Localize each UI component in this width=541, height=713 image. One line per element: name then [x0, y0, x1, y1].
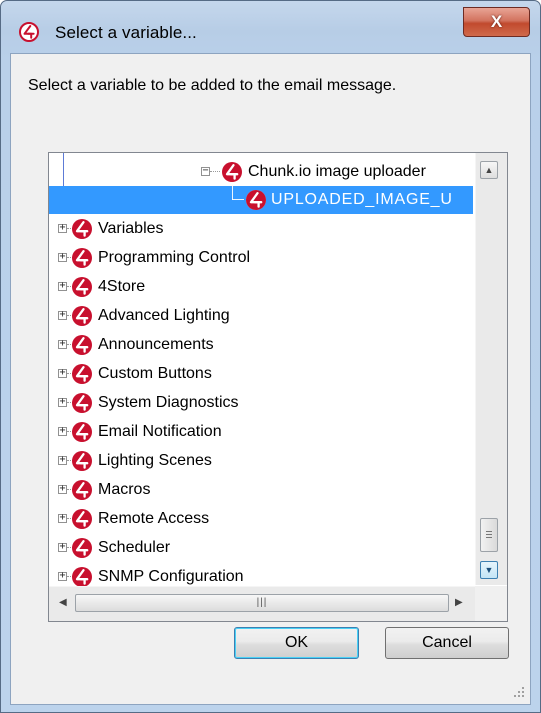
tree-item-label: Scheduler [98, 539, 171, 556]
control4-logo-icon [71, 392, 93, 414]
expand-icon[interactable]: + [58, 397, 67, 407]
tree-item-label: Variables [98, 220, 164, 237]
control4-logo-icon [221, 161, 243, 183]
expand-icon[interactable]: + [58, 252, 67, 262]
tree-item-label: System Diagnostics [98, 394, 239, 411]
tree-item-chunk-io[interactable]: − Chunk.io image uploader [49, 158, 473, 186]
scrollbar-corner [475, 586, 507, 621]
control4-logo-icon [71, 247, 93, 269]
tree-item-advanced-lighting[interactable]: + Advanced Lighting [49, 302, 473, 330]
tree-item-label: Announcements [98, 336, 214, 353]
ok-button[interactable]: OK [234, 627, 359, 659]
control4-logo-icon [71, 276, 93, 298]
control4-logo-icon [71, 363, 93, 385]
expand-icon[interactable]: + [58, 542, 67, 552]
tree-item-system-diagnostics[interactable]: + System Diagnostics [49, 389, 473, 417]
expand-icon[interactable]: + [58, 339, 67, 349]
tree-item-programming-control[interactable]: + Programming Control [49, 244, 473, 272]
expand-icon[interactable]: + [58, 223, 67, 233]
tree-item-label: Custom Buttons [98, 365, 212, 382]
tree-item-selected[interactable]: UPLOADED_IMAGE_U [49, 186, 473, 214]
vertical-scroll-thumb[interactable] [480, 518, 498, 552]
control4-logo-icon [71, 218, 93, 240]
scroll-right-arrow-icon[interactable]: ▶ [455, 597, 463, 608]
tree-item-variables[interactable]: + Variables [49, 215, 473, 243]
expand-icon[interactable]: + [58, 484, 67, 494]
close-button[interactable]: X [463, 7, 530, 37]
expand-icon[interactable]: + [58, 513, 67, 523]
dialog-title: Select a variable... [55, 23, 197, 42]
scroll-left-arrow-icon[interactable]: ◀ [59, 597, 67, 608]
control4-logo-icon [19, 22, 39, 42]
tree-item-4store[interactable]: + 4Store [49, 273, 473, 301]
expand-icon[interactable]: + [58, 571, 67, 581]
cancel-button[interactable]: Cancel [385, 627, 509, 659]
tree-item-announcements[interactable]: + Announcements [49, 331, 473, 359]
instruction-text: Select a variable to be added to the ema… [28, 77, 397, 94]
collapse-icon[interactable]: − [201, 166, 210, 176]
tree-item-label: Advanced Lighting [98, 307, 230, 324]
tree-item-label: 4Store [98, 278, 146, 295]
tree-item-lighting-scenes[interactable]: + Lighting Scenes [49, 447, 473, 475]
control4-logo-icon [71, 508, 93, 530]
scroll-up-arrow-icon[interactable]: ▲ [480, 161, 498, 179]
variable-tree[interactable]: − Chunk.io image uploader UPLOADED_IMAGE… [48, 152, 508, 622]
expand-icon[interactable]: + [58, 426, 67, 436]
tree-item-label: Lighting Scenes [98, 452, 212, 469]
expand-icon[interactable]: + [58, 368, 67, 378]
control4-logo-icon [71, 421, 93, 443]
control4-logo-icon [71, 479, 93, 501]
tree-item-label: SNMP Configuration [98, 568, 244, 585]
control4-logo-icon [71, 334, 93, 356]
tree-item-label: UPLOADED_IMAGE_U [271, 191, 453, 208]
control4-logo-icon [71, 305, 93, 327]
tree-item-label: Remote Access [98, 510, 210, 527]
scroll-down-arrow-icon[interactable]: ▼ [480, 561, 498, 579]
expand-icon[interactable]: + [58, 310, 67, 320]
title-bar[interactable]: Select a variable... X [1, 1, 540, 51]
tree-item-label: Macros [98, 481, 151, 498]
expand-icon[interactable]: + [58, 281, 67, 291]
horizontal-scroll-thumb[interactable]: ||| [75, 594, 449, 612]
tree-item-label: Email Notification [98, 423, 222, 440]
horizontal-scrollbar[interactable]: ◀ ||| ▶ [49, 586, 475, 621]
expand-icon[interactable]: + [58, 455, 67, 465]
vertical-scrollbar[interactable]: ▲ ▼ [475, 153, 507, 585]
control4-logo-icon [71, 537, 93, 559]
tree-item-label: Chunk.io image uploader [248, 163, 426, 180]
tree-item-email-notification[interactable]: + Email Notification [49, 418, 473, 446]
tree-item-macros[interactable]: + Macros [49, 476, 473, 504]
resize-grip-icon[interactable] [512, 685, 526, 699]
tree-item-label: Programming Control [98, 249, 251, 266]
tree-item-custom-buttons[interactable]: + Custom Buttons [49, 360, 473, 388]
tree-item-scheduler[interactable]: + Scheduler [49, 534, 473, 562]
control4-logo-icon [71, 450, 93, 472]
control4-logo-icon [245, 189, 267, 211]
tree-item-remote-access[interactable]: + Remote Access [49, 505, 473, 533]
